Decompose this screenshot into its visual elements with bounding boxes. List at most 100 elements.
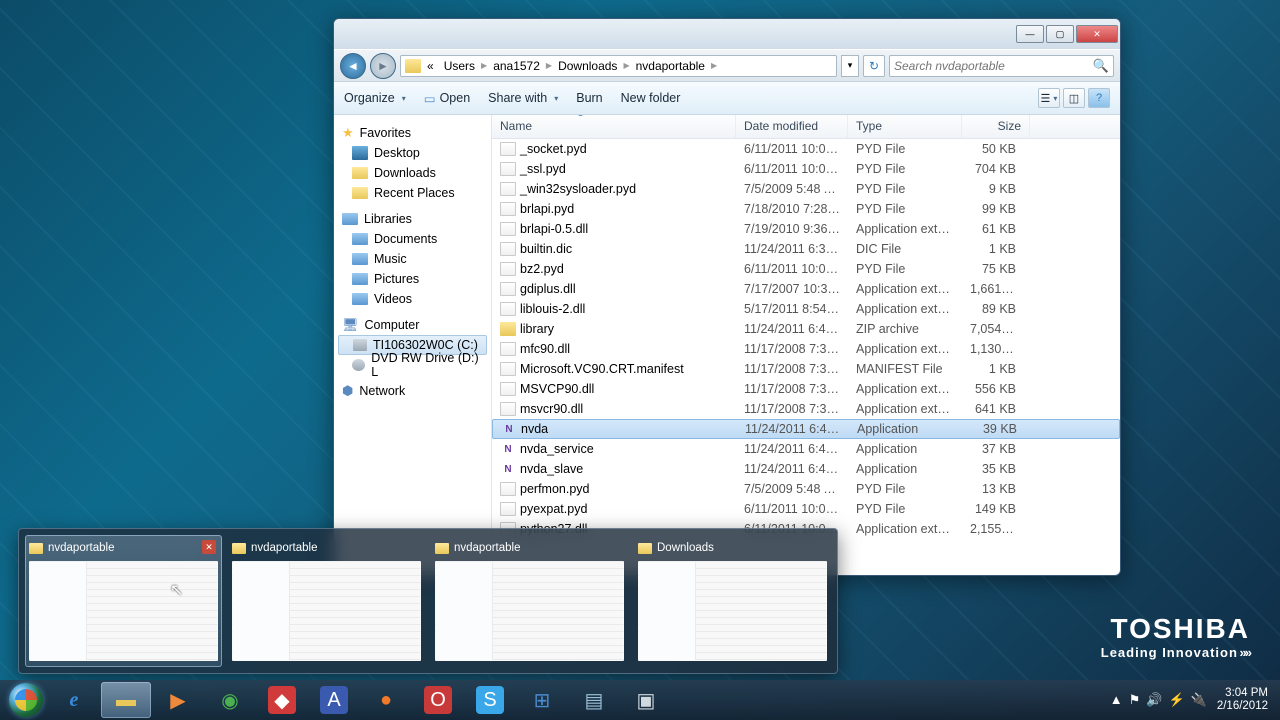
tray-icon[interactable]: ⚡ bbox=[1168, 692, 1184, 708]
sidebar-item-recent[interactable]: Recent Places bbox=[334, 183, 491, 203]
column-name[interactable]: Name▲ bbox=[492, 115, 736, 138]
forward-button[interactable]: ► bbox=[370, 53, 396, 79]
file-row[interactable]: library11/24/2011 6:43 PMZIP archive7,05… bbox=[492, 319, 1120, 339]
breadcrumb[interactable]: ana1572 bbox=[489, 59, 544, 73]
burn-button[interactable]: Burn bbox=[576, 91, 602, 105]
file-date: 11/17/2008 7:30 PM bbox=[736, 402, 848, 416]
open-button[interactable]: ▭ Open bbox=[424, 91, 470, 106]
file-row[interactable]: MSVCP90.dll11/17/2008 7:30 PMApplication… bbox=[492, 379, 1120, 399]
taskbar-app-ie[interactable]: e bbox=[49, 682, 99, 718]
search-input[interactable] bbox=[894, 59, 1093, 73]
file-list[interactable]: _socket.pyd6/11/2011 10:09 PMPYD File50 … bbox=[492, 139, 1120, 575]
start-button[interactable] bbox=[4, 682, 48, 718]
file-row[interactable]: Nnvda_slave11/24/2011 6:43 PMApplication… bbox=[492, 459, 1120, 479]
tray-icon[interactable]: ▲ bbox=[1110, 692, 1123, 708]
tray-icon[interactable]: 🔊 bbox=[1146, 692, 1162, 708]
maximize-button[interactable]: ▢ bbox=[1046, 25, 1074, 43]
address-dropdown[interactable]: ▾ bbox=[841, 55, 859, 77]
file-date: 6/11/2011 10:09 PM bbox=[736, 142, 848, 156]
sidebar-item-desktop[interactable]: Desktop bbox=[334, 143, 491, 163]
file-row[interactable]: Nnvda11/24/2011 6:43 PMApplication39 KB bbox=[492, 419, 1120, 439]
file-date: 7/19/2010 9:36 AM bbox=[736, 222, 848, 236]
column-size[interactable]: Size bbox=[962, 115, 1030, 138]
column-date[interactable]: Date modified bbox=[736, 115, 848, 138]
file-row[interactable]: Nnvda_service11/24/2011 6:43 PMApplicati… bbox=[492, 439, 1120, 459]
thumbnail-close-button[interactable]: ✕ bbox=[202, 540, 216, 554]
file-name: Microsoft.VC90.CRT.manifest bbox=[520, 362, 684, 376]
file-row[interactable]: builtin.dic11/24/2011 6:39 PMDIC File1 K… bbox=[492, 239, 1120, 259]
window-thumbnail[interactable]: Downloads bbox=[634, 535, 831, 667]
search-box[interactable]: 🔍 bbox=[889, 55, 1114, 77]
taskbar-app-opera[interactable]: O bbox=[413, 682, 463, 718]
refresh-button[interactable]: ↻ bbox=[863, 55, 885, 77]
window-thumbnail[interactable]: nvdaportable bbox=[431, 535, 628, 667]
taskbar-app-explorer[interactable]: ▬ bbox=[101, 682, 151, 718]
taskbar-app-control[interactable]: ⊞ bbox=[517, 682, 567, 718]
breadcrumb-overflow[interactable]: « bbox=[423, 59, 438, 73]
tray-icon[interactable]: 🔌 bbox=[1191, 692, 1207, 708]
file-row[interactable]: bz2.pyd6/11/2011 10:06 PMPYD File75 KB bbox=[492, 259, 1120, 279]
file-type: PYD File bbox=[848, 142, 962, 156]
breadcrumb[interactable]: Downloads bbox=[554, 59, 621, 73]
column-type[interactable]: Type bbox=[848, 115, 962, 138]
taskbar-app-notepad[interactable]: ▤ bbox=[569, 682, 619, 718]
file-row[interactable]: pyexpat.pyd6/11/2011 10:06 PMPYD File149… bbox=[492, 499, 1120, 519]
address-bar[interactable]: « Users▶ ana1572▶ Downloads▶ nvdaportabl… bbox=[400, 55, 837, 77]
file-date: 6/11/2011 10:06 PM bbox=[736, 502, 848, 516]
sidebar-network[interactable]: ⬢Network bbox=[334, 381, 491, 401]
file-row[interactable]: msvcr90.dll11/17/2008 7:30 PMApplication… bbox=[492, 399, 1120, 419]
close-button[interactable]: ✕ bbox=[1076, 25, 1118, 43]
folder-icon bbox=[352, 167, 368, 179]
share-menu[interactable]: Share with bbox=[488, 91, 558, 105]
clock[interactable]: 3:04 PM 2/16/2012 bbox=[1217, 687, 1268, 713]
taskbar-app-firefox[interactable]: ● bbox=[361, 682, 411, 718]
back-button[interactable]: ◄ bbox=[340, 53, 366, 79]
sidebar-item-pictures[interactable]: Pictures bbox=[334, 269, 491, 289]
system-tray[interactable]: ▲ ⚑ 🔊 ⚡ 🔌 3:04 PM 2/16/2012 bbox=[1102, 687, 1276, 713]
file-icon bbox=[500, 142, 516, 156]
sidebar-item-music[interactable]: Music bbox=[334, 249, 491, 269]
search-icon: 🔍 bbox=[1093, 58, 1109, 74]
file-row[interactable]: gdiplus.dll7/17/2007 10:33 PMApplication… bbox=[492, 279, 1120, 299]
breadcrumb[interactable]: nvdaportable bbox=[632, 59, 709, 73]
thumbnail-label: nvdaportable bbox=[454, 542, 521, 554]
sidebar-favorites[interactable]: ★Favorites bbox=[334, 123, 491, 143]
file-row[interactable]: _socket.pyd6/11/2011 10:09 PMPYD File50 … bbox=[492, 139, 1120, 159]
taskbar-app-app-a[interactable]: A bbox=[309, 682, 359, 718]
taskbar-app-chrome[interactable]: ◉ bbox=[205, 682, 255, 718]
file-type: Application bbox=[848, 442, 962, 456]
window-thumbnail[interactable]: nvdaportable bbox=[228, 535, 425, 667]
preview-pane-button[interactable]: ◫ bbox=[1063, 88, 1085, 108]
app-icon: ◆ bbox=[268, 686, 296, 714]
sidebar-item-dvd[interactable]: DVD RW Drive (D:) L bbox=[334, 355, 491, 375]
view-options-button[interactable]: ☰ bbox=[1038, 88, 1060, 108]
app-icon: A bbox=[320, 686, 348, 714]
window-thumbnail[interactable]: nvdaportable✕ bbox=[25, 535, 222, 667]
taskbar-thumbnails: nvdaportable✕nvdaportablenvdaportableDow… bbox=[18, 528, 838, 674]
help-button[interactable]: ? bbox=[1088, 88, 1110, 108]
file-row[interactable]: liblouis-2.dll5/17/2011 8:54 AMApplicati… bbox=[492, 299, 1120, 319]
sidebar-item-downloads[interactable]: Downloads bbox=[334, 163, 491, 183]
minimize-button[interactable]: — bbox=[1016, 25, 1044, 43]
organize-menu[interactable]: Organize bbox=[344, 91, 406, 105]
sidebar-computer[interactable]: 🖥Computer bbox=[334, 315, 491, 335]
taskbar-app-wmp[interactable]: ▶ bbox=[153, 682, 203, 718]
file-name: brlapi.pyd bbox=[520, 202, 574, 216]
sidebar-item-documents[interactable]: Documents bbox=[334, 229, 491, 249]
file-row[interactable]: perfmon.pyd7/5/2009 5:48 AMPYD File13 KB bbox=[492, 479, 1120, 499]
file-row[interactable]: Microsoft.VC90.CRT.manifest11/17/2008 7:… bbox=[492, 359, 1120, 379]
tray-icon[interactable]: ⚑ bbox=[1129, 692, 1141, 708]
titlebar[interactable]: — ▢ ✕ bbox=[334, 19, 1120, 49]
taskbar-app-skype[interactable]: S bbox=[465, 682, 515, 718]
file-row[interactable]: brlapi.pyd7/18/2010 7:28 PMPYD File99 KB bbox=[492, 199, 1120, 219]
sidebar-libraries[interactable]: Libraries bbox=[334, 209, 491, 229]
taskbar-app-app-red[interactable]: ◆ bbox=[257, 682, 307, 718]
taskbar-app-app-last[interactable]: ▣ bbox=[621, 682, 671, 718]
sidebar-item-videos[interactable]: Videos bbox=[334, 289, 491, 309]
new-folder-button[interactable]: New folder bbox=[621, 91, 681, 105]
file-row[interactable]: _win32sysloader.pyd7/5/2009 5:48 AMPYD F… bbox=[492, 179, 1120, 199]
file-row[interactable]: mfc90.dll11/17/2008 7:30 PMApplication e… bbox=[492, 339, 1120, 359]
breadcrumb[interactable]: Users bbox=[440, 59, 479, 73]
file-row[interactable]: brlapi-0.5.dll7/19/2010 9:36 AMApplicati… bbox=[492, 219, 1120, 239]
file-row[interactable]: _ssl.pyd6/11/2011 10:09 PMPYD File704 KB bbox=[492, 159, 1120, 179]
